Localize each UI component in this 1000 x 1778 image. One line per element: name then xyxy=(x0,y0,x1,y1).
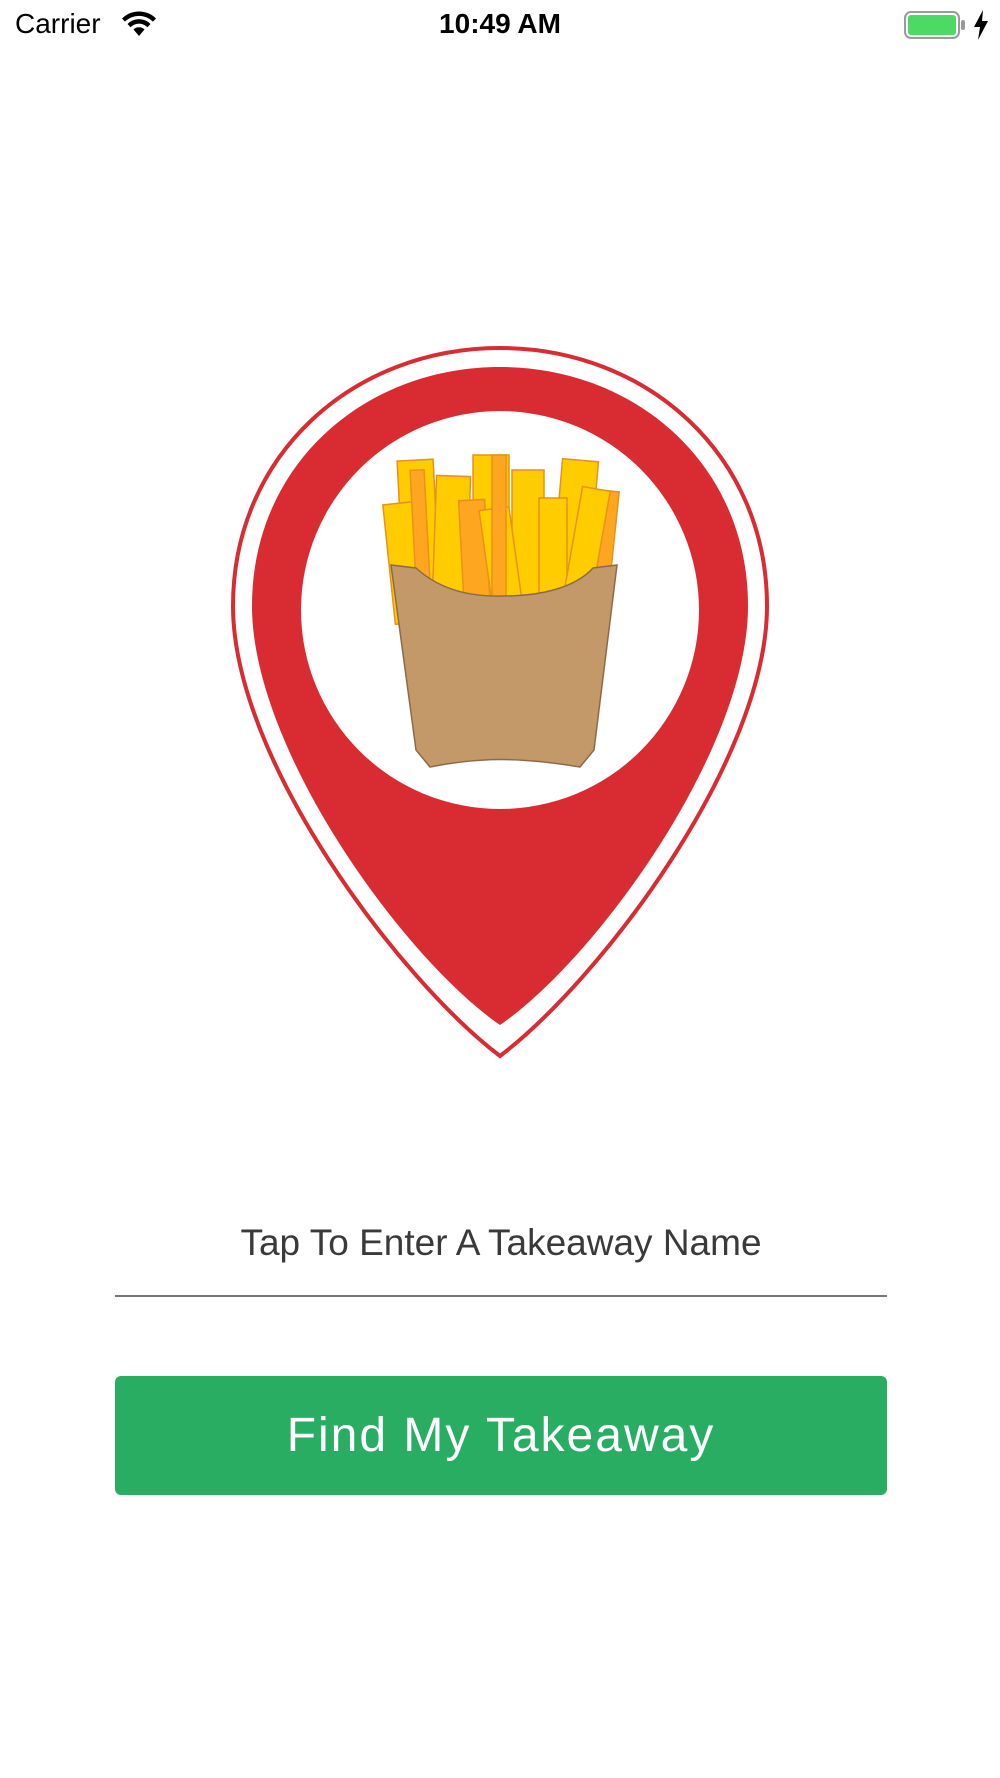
status-bar: Carrier 10:49 AM xyxy=(0,0,1000,50)
map-pin-fries-logo xyxy=(230,345,770,1059)
find-my-takeaway-button[interactable]: Find My Takeaway xyxy=(115,1376,887,1495)
fries-carton xyxy=(390,564,618,768)
status-time: 10:49 AM xyxy=(439,8,561,39)
takeaway-name-input[interactable] xyxy=(115,1190,887,1297)
charging-bolt-icon xyxy=(974,10,988,40)
battery-icon xyxy=(904,11,965,39)
